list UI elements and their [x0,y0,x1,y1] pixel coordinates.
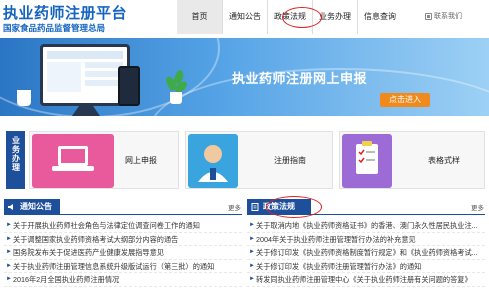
notices-more-link[interactable]: 更多 [228,202,241,212]
hero-banner: 执业药师注册网上申报 点击进入 [0,38,489,116]
list-item[interactable]: ► 关于修订印发《执业药师资格制度暂行规定》和《执业药师资格考试... [247,246,485,260]
arrow-icon: ► [6,262,12,269]
policy-text: 关于修订印发《执业药师注册管理暂行办法》的通知 [256,261,422,271]
user-guide-icon [188,134,238,188]
list-item[interactable]: ► 关于调整国家执业药师资格考试大纲部分内容的通告 [4,233,242,246]
laptop-icon [32,134,114,188]
arrow-icon: ► [249,235,255,242]
service-label: 网上申报 [125,156,157,165]
site-subtitle: 国家食品药品监督管理总局 [3,24,106,34]
speaker-icon [8,204,13,210]
service-form-templates[interactable]: 表格式样 [339,131,485,189]
notices-title[interactable]: 通知公告 [4,199,60,215]
banner-title: 执业药师注册网上申报 [232,72,368,87]
policies-title[interactable]: 政策法规 [247,199,311,215]
notice-text: 关于调整国家执业药师资格考试大纲部分内容的通告 [13,234,179,244]
notice-text: 2016年2月全国执业药师注册情况 [13,275,120,284]
monitor-icon [40,44,130,106]
list-item[interactable]: ► 2016年2月全国执业药师注册情况 [4,273,242,287]
policy-text: 关于修订印发《执业药师资格制度暂行规定》和《执业药师资格考试... [256,248,478,257]
notices-header: 通知公告 更多 [4,199,242,215]
policy-text: 关于取消内地《执业药师资格证书》的香港、澳门永久性居民执业注... [256,221,478,230]
notice-text: 关于执业药师注册管理信息系统升级版试运行（第三批）的通知 [13,261,215,271]
arrow-icon: ► [6,276,12,282]
document-icon [251,203,259,211]
nav-home[interactable]: 首页 [177,0,222,34]
service-online-apply[interactable]: 网上申报 [29,131,179,189]
policy-text: 转发同执业药师注册管理中心《关于执业药师注册有关问题的答复》 [256,275,472,284]
arrow-icon: ► [249,262,255,269]
services-label-text: 业务办理 [11,136,21,172]
plant-icon [164,68,189,104]
notices-title-text: 通知公告 [20,202,52,211]
arrow-icon: ► [249,276,255,282]
arrow-icon: ► [6,222,12,228]
service-registration-guide[interactable]: 注册指南 [185,131,333,189]
policies-more-link[interactable]: 更多 [471,202,484,212]
policy-text: 2004年关于执业药师注册管理暂行办法的补充意见 [256,234,416,244]
site-title[interactable]: 执业药师注册平台 [3,2,127,23]
notice-text: 国务院发布关于促进医药产业健康发展指导意见 [13,248,164,257]
arrow-icon: ► [6,249,12,255]
services-section: 业务办理 网上申报 注册指南 表格式样 [0,131,489,189]
nav-notices[interactable]: 通知公告 [223,0,267,34]
list-item[interactable]: ► 2004年关于执业药师注册管理暂行办法的补充意见 [247,233,485,246]
service-label: 注册指南 [274,156,306,165]
arrow-icon: ► [249,222,255,228]
main-nav: 首页 通知公告 政策法规 业务办理 信息查询 [177,0,402,34]
service-label: 表格式样 [428,156,460,165]
bookmark-icon [425,12,432,20]
list-item[interactable]: ► 关于取消内地《执业药师资格证书》的香港、澳门永久性居民执业注... [247,219,485,233]
policies-list: ► 关于取消内地《执业药师资格证书》的香港、澳门永久性居民执业注... ► 2004… [247,219,485,287]
list-item[interactable]: ► 关于修订印发《执业药师注册管理暂行办法》的通知 [247,260,485,273]
contact-link[interactable]: 联系我们 [425,11,462,21]
notice-text: 关于开展执业药师社会角色与法律定位调查问卷工作的通知 [13,221,200,230]
nav-business[interactable]: 业务办理 [313,0,357,34]
enter-button[interactable]: 点击进入 [380,93,430,107]
header: 执业药师注册平台 国家食品药品监督管理总局 首页 通知公告 政策法规 业务办理 … [0,0,489,38]
nav-query[interactable]: 信息查询 [358,0,402,34]
policies-title-text: 政策法规 [263,202,295,211]
list-item[interactable]: ► 关于执业药师注册管理信息系统升级版试运行（第三批）的通知 [4,260,242,273]
arrow-icon: ► [249,249,255,255]
arrow-icon: ► [6,235,12,242]
monitor-screen-icon [47,51,123,92]
policies-header: 政策法规 更多 [247,199,485,215]
nav-policies[interactable]: 政策法规 [268,0,312,34]
contact-label: 联系我们 [434,13,462,20]
list-item[interactable]: ► 转发同执业药师注册管理中心《关于执业药师注册有关问题的答复》 [247,273,485,287]
clipboard-icon [342,134,392,188]
list-item[interactable]: ► 国务院发布关于促进医药产业健康发展指导意见 [4,246,242,260]
phone-icon [118,66,140,106]
cup-icon [17,90,31,106]
list-item[interactable]: ► 关于开展执业药师社会角色与法律定位调查问卷工作的通知 [4,219,242,233]
services-label: 业务办理 [6,131,25,189]
notices-list: ► 关于开展执业药师社会角色与法律定位调查问卷工作的通知 ► 关于调整国家执业药师资… [4,219,242,287]
